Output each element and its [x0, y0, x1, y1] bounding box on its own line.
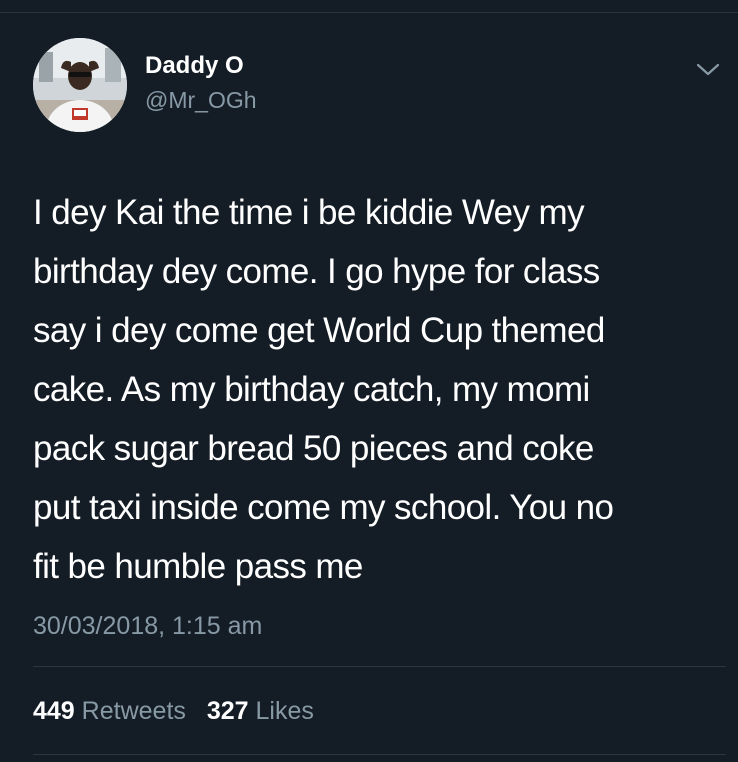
- tweet-menu-button[interactable]: [695, 60, 721, 80]
- author-handle[interactable]: @Mr_OGh: [145, 86, 257, 114]
- stats-divider-bottom: [33, 754, 726, 755]
- chevron-down-icon: [696, 63, 720, 76]
- likes-stat[interactable]: 327 Likes: [207, 695, 314, 727]
- tweet-timestamp[interactable]: 30/03/2018, 1:15 am: [33, 610, 262, 642]
- avatar-photo: [33, 38, 127, 132]
- stats-divider-top: [33, 666, 726, 667]
- likes-label: Likes: [255, 697, 314, 725]
- tweet-text: I dey Kai the time i be kiddie Wey my bi…: [33, 193, 614, 586]
- avatar[interactable]: [33, 38, 127, 132]
- retweets-label: Retweets: [81, 697, 186, 725]
- engagement-stats: 449 Retweets 327 Likes: [33, 695, 314, 727]
- retweets-count: 449: [33, 697, 75, 725]
- author-display-name[interactable]: Daddy O: [145, 51, 244, 81]
- retweets-stat[interactable]: 449 Retweets: [33, 695, 186, 727]
- top-divider: [0, 12, 738, 13]
- likes-count: 327: [206, 697, 249, 725]
